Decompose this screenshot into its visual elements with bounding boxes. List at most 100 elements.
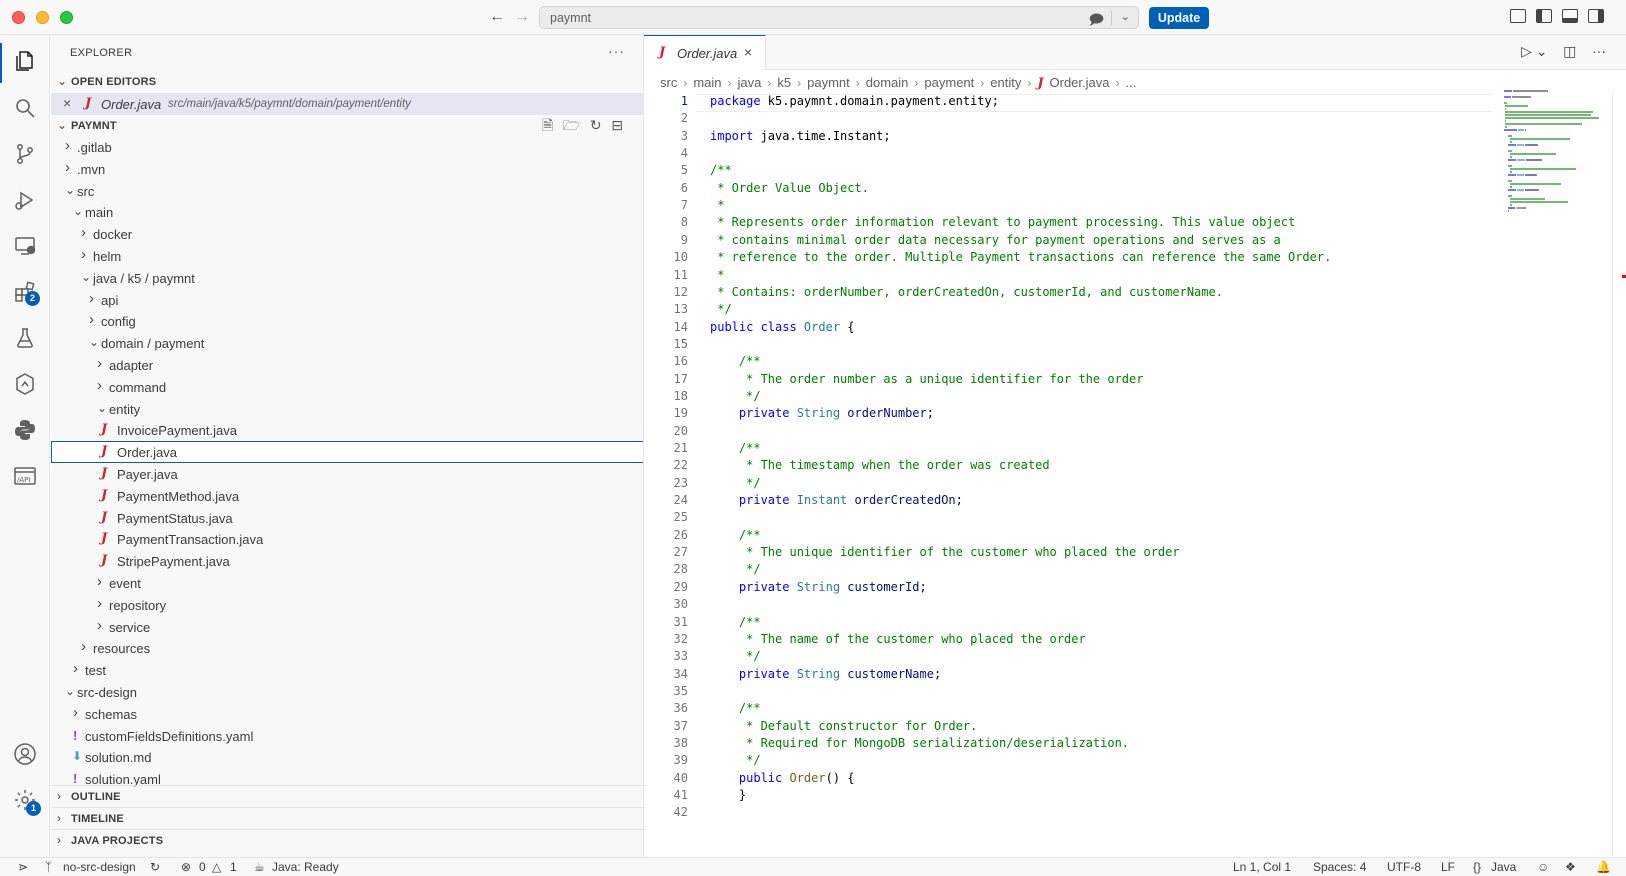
- more-actions-icon[interactable]: ···: [608, 43, 625, 59]
- minimize-window-button[interactable]: [36, 11, 49, 24]
- tree-folder-item[interactable]: › .mvn: [51, 158, 643, 180]
- update-button[interactable]: Update: [1149, 7, 1209, 29]
- run-and-debug-icon[interactable]: [13, 188, 37, 212]
- copilot-icon[interactable]: ☺: [1537, 860, 1549, 874]
- tree-file-item[interactable]: J InvoicePayment.java: [51, 419, 643, 441]
- search-icon[interactable]: [13, 96, 37, 120]
- cursor-position[interactable]: Ln 1, Col 1: [1233, 860, 1291, 874]
- tree-folder-item[interactable]: › .gitlab: [51, 136, 643, 158]
- breadcrumb-item[interactable]: domain: [866, 75, 909, 90]
- tree-file-item[interactable]: J StripePayment.java: [51, 550, 643, 572]
- remote-indicator-icon[interactable]: ⋗: [18, 860, 28, 874]
- breadcrumb-item[interactable]: payment: [924, 75, 974, 90]
- active-view-indicator: [0, 43, 2, 83]
- tree-folder-item[interactable]: ⌄ entity: [51, 398, 643, 420]
- breadcrumb-item[interactable]: k5: [777, 75, 791, 90]
- forward-arrow-icon[interactable]: →: [514, 8, 530, 26]
- tree-folder-item[interactable]: › api: [51, 289, 643, 311]
- tree-file-item[interactable]: J PaymentStatus.java: [51, 507, 643, 529]
- close-icon[interactable]: ×: [63, 95, 71, 111]
- warning-count[interactable]: 1: [230, 860, 237, 874]
- open-editors-header[interactable]: ⌄ OPEN EDITORS: [51, 71, 643, 93]
- close-window-button[interactable]: [12, 11, 25, 24]
- toggle-primary-sidebar-icon[interactable]: [1536, 9, 1552, 23]
- run-icon[interactable]: ▷ ⌄: [1521, 43, 1547, 60]
- zoom-window-button[interactable]: [60, 11, 73, 24]
- tree-folder-item[interactable]: › repository: [51, 594, 643, 616]
- timeline-header[interactable]: › TIMELINE: [51, 808, 643, 830]
- tree-folder-item[interactable]: ⌄ domain / payment: [51, 332, 643, 354]
- tree-folder-item[interactable]: ⌄ src: [51, 180, 643, 202]
- editor-scrollbar[interactable]: [1612, 90, 1626, 857]
- extension-status-icon[interactable]: ❖: [1565, 860, 1576, 874]
- tree-file-item[interactable]: ⬇ solution.md: [51, 746, 643, 768]
- tab-order-java[interactable]: J Order.java ×: [644, 35, 766, 70]
- tree-file-item[interactable]: ! customFieldsDefinitions.yaml: [51, 725, 643, 747]
- tree-folder-item[interactable]: › docker: [51, 223, 643, 245]
- code-editor[interactable]: 1 package k5.paymnt.domain.payment.entity…: [644, 94, 1626, 857]
- toggle-panel-icon[interactable]: [1562, 9, 1578, 23]
- breadcrumb-item[interactable]: src: [660, 75, 677, 90]
- tree-folder-item[interactable]: › test: [51, 659, 643, 681]
- java-projects-section[interactable]: › JAVA PROJECTS: [51, 829, 643, 847]
- source-control-icon[interactable]: [13, 142, 37, 166]
- more-actions-icon[interactable]: ···: [1592, 43, 1606, 59]
- collapse-all-icon[interactable]: ⊟: [611, 117, 623, 134]
- tree-file-item[interactable]: J PaymentMethod.java: [51, 485, 643, 507]
- remote-explorer-icon[interactable]: [13, 234, 37, 258]
- java-status[interactable]: Java: Ready: [272, 860, 339, 874]
- breadcrumb-item[interactable]: paymnt: [807, 75, 850, 90]
- breadcrumb-item[interactable]: main: [693, 75, 721, 90]
- language-mode[interactable]: Java: [1491, 860, 1516, 874]
- minimap-line: [1505, 126, 1508, 128]
- tree-folder-item[interactable]: › command: [51, 376, 643, 398]
- error-count[interactable]: 0: [199, 860, 206, 874]
- outline-header[interactable]: › OUTLINE: [51, 786, 643, 808]
- end-of-line[interactable]: LF: [1441, 860, 1455, 874]
- command-center-search[interactable]: paymnt 🗩 ⌄: [539, 6, 1139, 29]
- tree-folder-item[interactable]: › resources: [51, 637, 643, 659]
- close-icon[interactable]: ×: [744, 44, 752, 60]
- tree-file-item[interactable]: J Order.java: [51, 441, 643, 464]
- code-line: 31 /**: [644, 615, 1494, 633]
- breadcrumb-item[interactable]: entity: [990, 75, 1021, 90]
- tree-folder-item[interactable]: › service: [51, 616, 643, 638]
- indentation[interactable]: Spaces: 4: [1313, 860, 1366, 874]
- breadcrumb-file[interactable]: Order.java: [1050, 75, 1110, 90]
- explorer-icon[interactable]: [13, 49, 37, 73]
- timeline-section[interactable]: › TIMELINE: [51, 807, 643, 825]
- tree-folder-item[interactable]: › schemas: [51, 703, 643, 725]
- customize-layout-icon[interactable]: [1510, 9, 1526, 23]
- tree-folder-item[interactable]: › event: [51, 572, 643, 594]
- notifications-bell-icon[interactable]: 🔔: [1596, 860, 1611, 874]
- tree-folder-item[interactable]: ⌄ src-design: [51, 681, 643, 703]
- tree-folder-item[interactable]: › config: [51, 310, 643, 332]
- python-icon[interactable]: [13, 418, 37, 442]
- tree-folder-item[interactable]: ⌄ main: [51, 201, 643, 223]
- outline-section[interactable]: › OUTLINE: [51, 785, 643, 803]
- tree-folder-item[interactable]: ⌄ java / k5 / paymnt: [51, 267, 643, 289]
- tree-folder-item[interactable]: › helm: [51, 245, 643, 267]
- split-editor-icon[interactable]: ◫: [1563, 43, 1576, 60]
- open-editor-item[interactable]: × J Order.java src/main/java/k5/paymnt/d…: [51, 93, 643, 115]
- api-icon[interactable]: /API: [13, 464, 37, 488]
- accounts-icon[interactable]: [13, 742, 37, 766]
- minimap[interactable]: [1504, 90, 1614, 390]
- java-projects-header[interactable]: › JAVA PROJECTS: [51, 830, 643, 852]
- toggle-secondary-sidebar-icon[interactable]: [1588, 9, 1604, 23]
- branch-name[interactable]: no-src-design: [63, 860, 136, 874]
- tree-file-item[interactable]: J Payer.java: [51, 463, 643, 485]
- chevron-down-icon[interactable]: ⌄: [1121, 10, 1130, 23]
- copilot-chat-icon[interactable]: 🗩: [1088, 9, 1104, 33]
- tree-file-item[interactable]: J PaymentTransaction.java: [51, 528, 643, 550]
- back-arrow-icon[interactable]: ←: [489, 8, 505, 26]
- kubernetes-icon[interactable]: [13, 372, 37, 396]
- testing-flask-icon[interactable]: [13, 326, 37, 350]
- line-number: 17: [673, 371, 688, 386]
- breadcrumb-more[interactable]: ...: [1126, 75, 1137, 90]
- breadcrumb-item[interactable]: java: [738, 75, 762, 90]
- encoding[interactable]: UTF-8: [1387, 860, 1421, 874]
- refresh-icon[interactable]: ↻: [590, 117, 602, 134]
- tree-folder-item[interactable]: › adapter: [51, 354, 643, 376]
- sync-icon[interactable]: ↻: [150, 860, 160, 874]
